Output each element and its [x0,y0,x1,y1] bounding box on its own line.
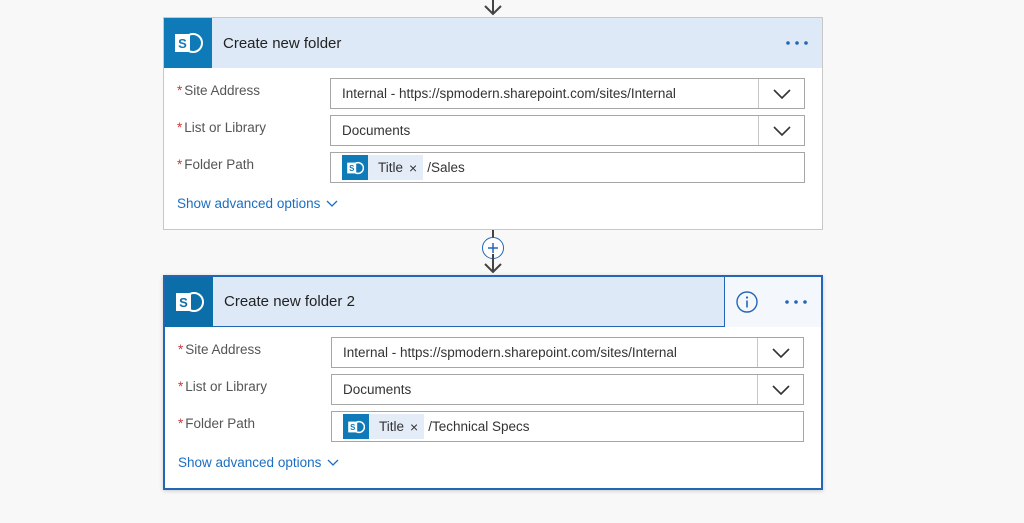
token-label: Title [379,419,405,434]
folder-path-input[interactable]: S Title × /Technical Specs [331,411,804,442]
svg-text:S: S [178,36,187,51]
show-advanced-options-link[interactable]: Show advanced options [177,196,338,211]
folder-path-text: /Sales [427,160,465,175]
chevron-down-icon [326,200,338,207]
sharepoint-logo-icon: S [164,18,212,68]
required-mark: * [177,120,183,135]
folder-path-label: * Folder Path [178,416,255,431]
sharepoint-logo-icon: S [342,155,368,180]
svg-text:S: S [350,423,355,432]
label-text: List or Library [184,120,267,135]
dynamic-content-token[interactable]: S Title × [342,155,424,180]
field-folder-path: * Folder Path S Title × /Technical Specs [165,411,821,448]
plus-icon [488,243,498,253]
token-remove-button[interactable]: × [409,160,423,176]
show-advanced-options-link[interactable]: Show advanced options [178,455,339,470]
site-address-chevron-button[interactable] [758,79,804,108]
svg-text:S: S [179,295,188,310]
field-list-or-library: * List or Library Documents [164,115,822,152]
site-address-label: * Site Address [177,83,260,98]
site-address-dropdown[interactable]: Internal - https://spmodern.sharepoint.c… [331,337,804,368]
more-options-icon [785,300,807,304]
chevron-down-icon [772,125,791,136]
list-or-library-chevron-button[interactable] [758,116,804,145]
sharepoint-logo-icon: S [343,414,369,439]
card-title-area[interactable]: S Create new folder 2 [165,276,725,327]
label-text: List or Library [185,379,268,394]
field-site-address: * Site Address Internal - https://spmoder… [164,78,822,115]
required-mark: * [178,379,184,394]
required-mark: * [178,342,184,357]
chevron-down-icon [771,384,790,395]
card-title-area[interactable]: S Create new folder [164,18,822,68]
arrow-down-icon [484,0,502,16]
link-text: Show advanced options [178,455,322,470]
card-body: * Site Address Internal - https://spmoder… [164,68,822,211]
more-options-button[interactable] [784,30,810,56]
site-address-chevron-button[interactable] [757,338,803,367]
token-remove-button[interactable]: × [410,419,424,435]
label-text: Site Address [184,83,261,98]
dynamic-content-token[interactable]: S Title × [343,414,425,439]
action-card-create-new-folder[interactable]: S Create new folder * Site Address Intern… [163,17,823,230]
list-or-library-chevron-button[interactable] [757,375,803,404]
more-options-icon [786,41,808,45]
more-options-button[interactable] [783,289,809,315]
list-or-library-dropdown[interactable]: Documents [331,374,804,405]
label-text: Folder Path [184,157,255,172]
list-or-library-value: Documents [343,382,412,397]
required-mark: * [177,157,183,172]
chevron-down-icon [327,459,339,466]
field-folder-path: * Folder Path S Title × /Sales [164,152,822,189]
svg-text:S: S [349,164,354,173]
link-text: Show advanced options [177,196,321,211]
label-text: Folder Path [185,416,256,431]
card-body: * Site Address Internal - https://spmoder… [165,327,821,470]
site-address-label: * Site Address [178,342,261,357]
card-title: Create new folder 2 [224,293,355,310]
folder-path-input[interactable]: S Title × /Sales [330,152,805,183]
sharepoint-logo-icon: S [165,276,213,327]
chevron-down-icon [772,88,791,99]
token-label: Title [378,160,404,175]
info-icon [736,291,758,313]
field-site-address: * Site Address Internal - https://spmoder… [165,337,821,374]
card-title: Create new folder [223,34,342,52]
list-or-library-dropdown[interactable]: Documents [330,115,805,146]
list-or-library-label: * List or Library [178,379,267,394]
site-address-dropdown[interactable]: Internal - https://spmodern.sharepoint.c… [330,78,805,109]
required-mark: * [177,83,183,98]
card-header[interactable]: S Create new folder [164,18,822,68]
chevron-down-icon [771,347,790,358]
list-or-library-value: Documents [342,123,411,138]
required-mark: * [178,416,184,431]
label-text: Site Address [185,342,262,357]
info-button[interactable] [735,290,759,314]
list-or-library-label: * List or Library [177,120,266,135]
field-list-or-library: * List or Library Documents [165,374,821,411]
action-card-create-new-folder-2[interactable]: S Create new folder 2 * Site Address Inte… [163,275,823,490]
site-address-value: Internal - https://spmodern.sharepoint.c… [342,86,676,101]
folder-path-text: /Technical Specs [428,419,530,434]
card-header[interactable]: S Create new folder 2 [165,276,821,327]
site-address-value: Internal - https://spmodern.sharepoint.c… [343,345,677,360]
folder-path-label: * Folder Path [177,157,254,172]
arrow-down-icon [484,254,502,274]
